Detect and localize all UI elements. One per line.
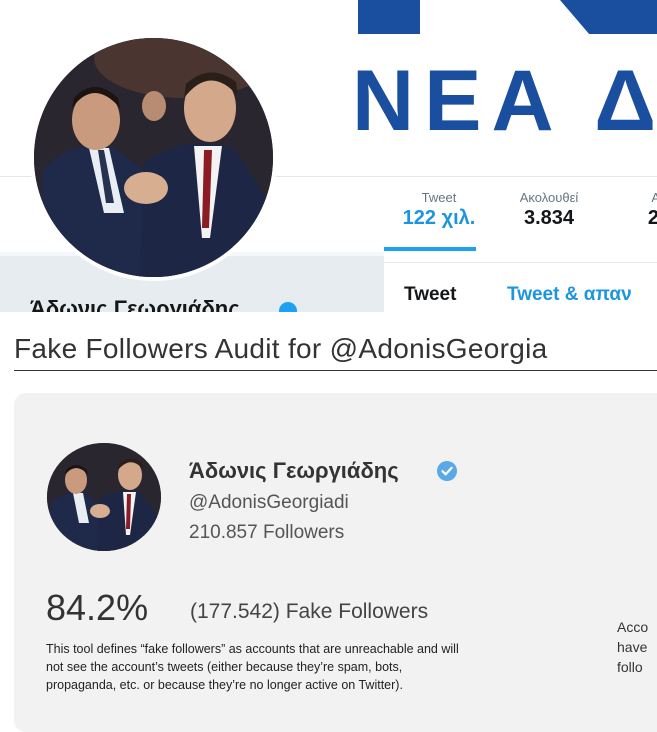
- avatar-photo: [47, 443, 161, 551]
- side-note-line: Acco: [617, 619, 649, 635]
- fake-followers-count: (177.542) Fake Followers: [190, 600, 429, 623]
- active-stat-underline: [384, 247, 476, 251]
- tab-tweets-and-replies[interactable]: Tweet & απαν: [507, 284, 632, 306]
- side-note-line: have: [617, 639, 648, 655]
- banner-logo-shape: [560, 0, 657, 34]
- stat-label: Ακ: [651, 190, 657, 205]
- stat-value: 122 χιλ.: [402, 207, 476, 229]
- account-avatar: [47, 443, 161, 551]
- fake-percentage: 84.2%: [46, 587, 149, 628]
- profile-stats: Tweet 122 χιλ. Ακολουθεί 3.834 Ακ 21: [384, 190, 657, 230]
- stat-value: 3.834: [523, 207, 575, 229]
- account-name: Άδωνις Γεωργιάδης: [189, 458, 399, 483]
- side-note: Acco have follo: [617, 617, 648, 677]
- fake-followers-description: This tool defines “fake followers” as ac…: [46, 642, 459, 692]
- timeline-tabs: Tweet Tweet & απαν: [384, 262, 657, 312]
- profile-avatar[interactable]: [30, 34, 277, 281]
- banner-logo-shape: [358, 0, 420, 34]
- account-handle: @AdonisGeorgiadi: [189, 492, 349, 513]
- stat-following[interactable]: Ακολουθεί 3.834: [494, 190, 604, 230]
- profile-name: Άδωνις Γεωργιάδης: [30, 296, 240, 312]
- side-note-line: follo: [617, 659, 643, 675]
- twitter-profile-screenshot: ΝΕΑ ΔΗ Tweet 122 χιλ. Ακολουθεί 3.834 Ακ…: [0, 0, 657, 312]
- account-followers-count: 210.857 Followers: [189, 522, 345, 543]
- stat-label: Tweet: [421, 190, 457, 205]
- tab-tweets[interactable]: Tweet: [404, 284, 456, 306]
- stat-followers[interactable]: Ακ 21: [604, 190, 657, 230]
- stat-value: 21: [647, 207, 657, 229]
- audit-title: Fake Followers Audit for @AdonisGeorgia: [14, 333, 548, 364]
- avatar-photo: [34, 38, 273, 277]
- verified-badge-icon: [436, 460, 458, 482]
- stat-tweets[interactable]: Tweet 122 χιλ.: [384, 190, 494, 230]
- title-underline: [14, 370, 657, 371]
- stat-label: Ακολουθεί: [519, 190, 579, 205]
- banner-logo-text: ΝΕΑ ΔΗ: [352, 53, 657, 149]
- image-divider: [0, 312, 657, 316]
